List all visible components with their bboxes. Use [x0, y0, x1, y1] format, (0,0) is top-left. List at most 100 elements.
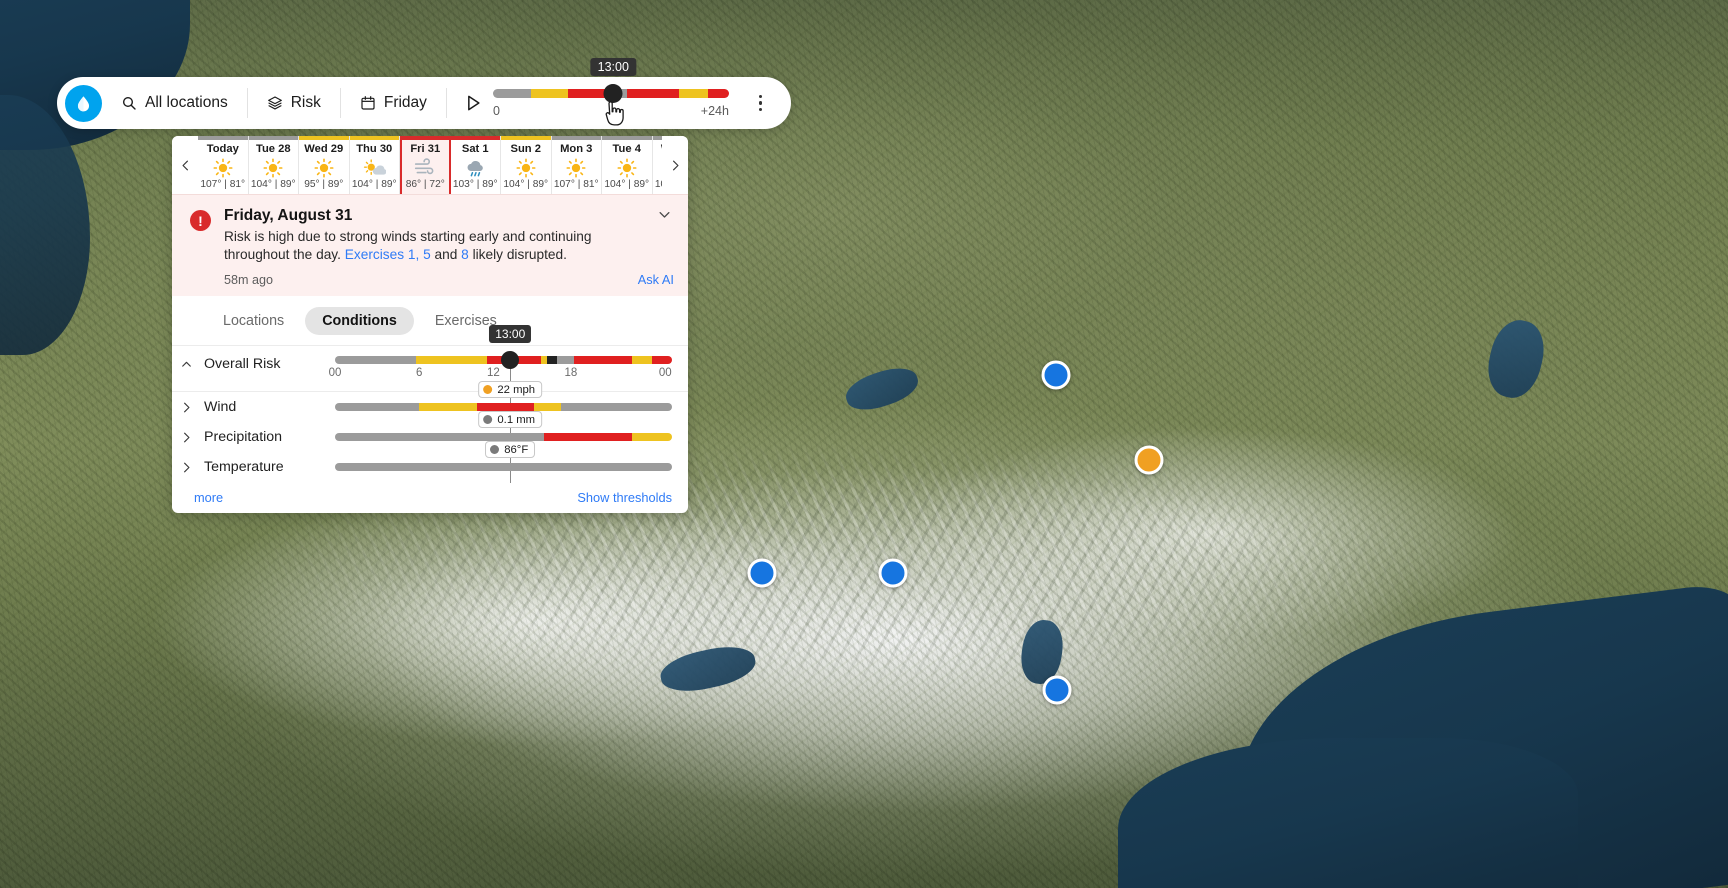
- exercises-link-1[interactable]: Exercises 1, 5: [345, 247, 431, 262]
- chevron-right-icon: [180, 461, 193, 474]
- risk-segment: [632, 356, 652, 364]
- condition-label: Wind: [204, 399, 236, 415]
- alert-text-3: likely disrupted.: [469, 247, 567, 262]
- water-drop-logo-icon: [74, 94, 93, 113]
- risk-segment: [534, 403, 561, 411]
- risk-segment: [416, 356, 487, 364]
- day-risk-bar: [299, 136, 349, 140]
- day-risk-bar: [653, 136, 663, 140]
- day-selector-button[interactable]: Friday: [341, 88, 447, 118]
- weather-sun-icon: [213, 157, 233, 178]
- chevron-down-icon: [657, 207, 672, 222]
- day-tile-fri-31[interactable]: Fri 3186° | 72°: [400, 136, 451, 194]
- condition-label: Temperature: [204, 459, 284, 475]
- condition-toggle-precipitation[interactable]: Precipitation: [180, 429, 335, 445]
- value-dot-icon: [490, 445, 499, 454]
- day-temperature: 104° | 89°: [604, 179, 649, 190]
- chevron-right-icon: [180, 401, 193, 414]
- timeline-end-label: +24h: [701, 104, 729, 118]
- condition-slider-precipitation[interactable]: 0.1 mm: [335, 433, 672, 441]
- day-tile-today[interactable]: Today107° | 81°: [198, 136, 249, 194]
- location-marker-3[interactable]: [748, 559, 777, 588]
- exercises-link-2[interactable]: 8: [461, 247, 469, 262]
- value-text: 0.1 mm: [497, 414, 535, 426]
- hour-tick: 00: [329, 367, 342, 379]
- app-logo[interactable]: [65, 85, 102, 122]
- weather-sun-icon: [617, 157, 637, 178]
- hour-tick: 00: [659, 367, 672, 379]
- day-name: Wed 29: [304, 143, 343, 156]
- day-tile-thu-30[interactable]: Thu 30104° | 89°: [350, 136, 401, 194]
- day-tile-sat-1[interactable]: Sat 1103° | 89°: [451, 136, 502, 194]
- timeline-segment: [493, 89, 531, 98]
- day-risk-bar: [501, 136, 551, 140]
- show-thresholds-link[interactable]: Show thresholds: [577, 490, 672, 505]
- risk-layer-label: Risk: [291, 94, 321, 112]
- more-options-icon[interactable]: [759, 95, 763, 112]
- risk-layer-button[interactable]: Risk: [248, 88, 341, 118]
- play-icon[interactable]: [463, 93, 483, 113]
- day-tile-wed-29[interactable]: Wed 29 95° | 89°: [299, 136, 350, 194]
- location-marker-4[interactable]: [879, 559, 908, 588]
- risk-segment: [419, 403, 476, 411]
- top-toolbar: All locations Risk Friday 13:00: [57, 77, 791, 129]
- condition-toggle-temperature[interactable]: Temperature: [180, 459, 335, 475]
- risk-segment: [632, 433, 672, 441]
- timeline-handle[interactable]: [604, 84, 623, 103]
- day-risk-bar: [451, 136, 501, 140]
- all-locations-button[interactable]: All locations: [102, 88, 248, 118]
- risk-segment: [547, 356, 557, 364]
- hour-tick: 18: [564, 367, 577, 379]
- day-tile-tue-4[interactable]: Tue 4 104° | 89°: [602, 136, 653, 194]
- value-pill-precipitation: 0.1 mm: [478, 411, 542, 428]
- weather-partly-icon: [363, 157, 386, 178]
- previous-days-button[interactable]: [172, 136, 198, 194]
- day-temperature: 95° | 89°: [304, 179, 343, 190]
- day-temperature: 103° | 89°: [453, 179, 498, 190]
- alert-title: Friday, August 31: [224, 207, 644, 225]
- forecast-panel: Today107° | 81°Tue 28104° | 89°Wed 2995°…: [172, 136, 688, 513]
- next-days-button[interactable]: [662, 136, 688, 194]
- condition-track: [335, 463, 672, 471]
- location-marker-2[interactable]: [1135, 446, 1164, 475]
- day-tile-tue-28[interactable]: Tue 28104° | 89°: [249, 136, 300, 194]
- tab-conditions[interactable]: Conditions: [305, 307, 414, 335]
- conditions-footer: more Show thresholds: [172, 482, 688, 505]
- conditions-section: Overall Risk13:00006121800Wind22 mphPrec…: [172, 346, 688, 513]
- day-temperature: 107° | 81°: [200, 179, 245, 190]
- collapse-alert-button[interactable]: [657, 207, 672, 227]
- calendar-icon: [360, 95, 376, 111]
- condition-toggle-overall-risk[interactable]: Overall Risk: [180, 356, 335, 372]
- timeline-start-label: 0: [493, 104, 500, 118]
- search-icon: [121, 95, 137, 111]
- risk-alert: ! Friday, August 31 Risk is high due to …: [172, 194, 688, 296]
- timeline-segment: [627, 89, 679, 98]
- day-name: Tue 4: [613, 143, 641, 156]
- day-tile-mon-3[interactable]: Mon 3107° | 81°: [552, 136, 603, 194]
- value-text: 22 mph: [497, 384, 535, 396]
- location-marker-5[interactable]: [1043, 676, 1072, 705]
- more-link[interactable]: more: [194, 490, 223, 505]
- weather-sun-icon: [566, 157, 586, 178]
- day-tile-wed-5[interactable]: Wed 5104° | 89°: [653, 136, 663, 194]
- day-tile-sun-2[interactable]: Sun 2104° | 89°: [501, 136, 552, 194]
- ask-ai-button[interactable]: Ask AI: [638, 272, 674, 287]
- location-marker-1[interactable]: [1042, 361, 1071, 390]
- day-name: Tue 28: [256, 143, 291, 156]
- condition-row-temperature: Temperature 86°F: [172, 452, 688, 482]
- day-risk-bar: [602, 136, 652, 140]
- timeline-slider[interactable]: 13:00 0 +24h: [493, 89, 729, 118]
- timeline-range-labels: 0 +24h: [493, 104, 729, 118]
- risk-segment: [574, 356, 631, 364]
- value-pill-temperature: 86°F: [485, 441, 535, 458]
- day-risk-bar: [249, 136, 299, 140]
- hour-tick: 6: [416, 367, 422, 379]
- condition-row-precipitation: Precipitation0.1 mm: [172, 422, 688, 452]
- condition-slider-temperature[interactable]: 86°F: [335, 463, 672, 471]
- conditions-time-handle[interactable]: [501, 351, 519, 369]
- condition-toggle-wind[interactable]: Wind: [180, 399, 335, 415]
- condition-slider-wind[interactable]: 22 mph: [335, 403, 672, 411]
- tab-locations[interactable]: Locations: [206, 307, 301, 335]
- day-name: Fri 31: [410, 143, 440, 156]
- condition-slider-overall-risk[interactable]: 13:00006121800: [335, 356, 672, 381]
